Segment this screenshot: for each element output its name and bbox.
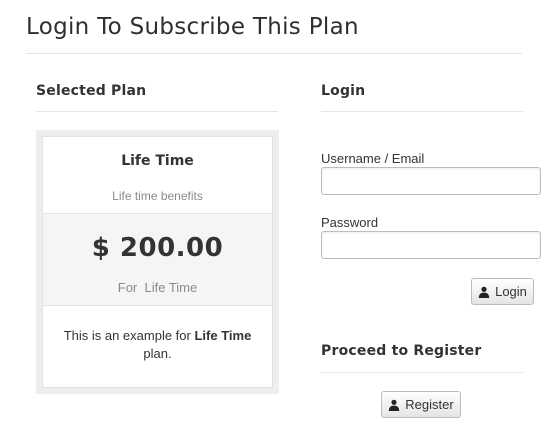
page-title: Login To Subscribe This Plan — [26, 14, 359, 40]
plan-benefits: Life time benefits — [112, 189, 203, 203]
plan-description-bold: Life Time — [194, 328, 252, 343]
username-label: Username / Email — [321, 151, 425, 166]
register-button[interactable]: Register — [381, 391, 461, 418]
user-icon — [478, 286, 490, 298]
register-heading: Proceed to Register — [321, 343, 482, 359]
plan-description-prefix: This is an example for — [63, 328, 195, 343]
login-heading: Login — [321, 83, 366, 99]
plan-panel: Life Time Life time benefits $ 200.00 Fo… — [36, 130, 279, 394]
login-button[interactable]: Login — [471, 278, 534, 305]
plan-description-suffix: plan. — [143, 346, 172, 361]
register-divider — [321, 372, 523, 373]
plan-card: Life Time Life time benefits $ 200.00 Fo… — [42, 136, 273, 388]
title-divider — [26, 53, 522, 54]
plan-description: This is an example for Life Time plan. — [53, 327, 262, 363]
selected-plan-divider — [36, 111, 278, 112]
password-label: Password — [321, 215, 379, 230]
plan-period: For Life Time — [117, 280, 198, 295]
plan-price: $ 200.00 — [91, 233, 224, 263]
login-button-label: Login — [495, 284, 527, 299]
register-button-label: Register — [405, 397, 454, 412]
login-divider — [321, 111, 523, 112]
user-icon — [389, 399, 400, 411]
plan-name: Life Time — [121, 153, 194, 169]
selected-plan-heading: Selected Plan — [36, 83, 147, 99]
price-box: $ 200.00 For Life Time — [43, 213, 272, 306]
username-input[interactable] — [321, 167, 541, 195]
password-input[interactable] — [321, 231, 541, 259]
